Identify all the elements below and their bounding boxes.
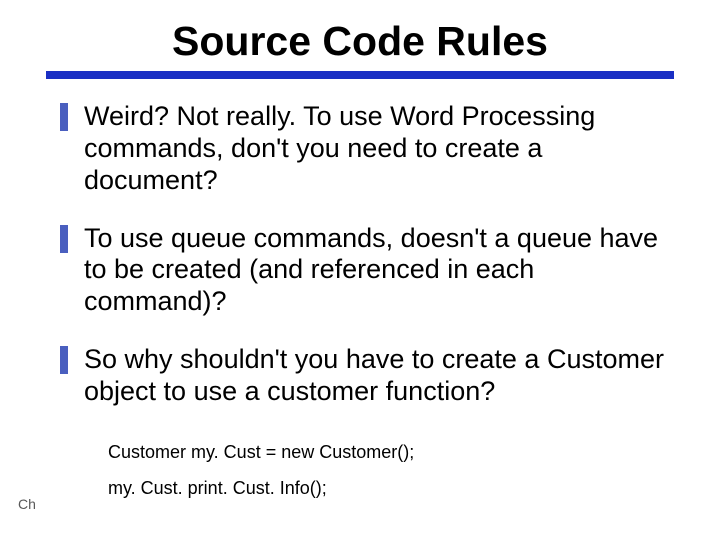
bullet-item: So why shouldn't you have to create a Cu…: [60, 344, 664, 408]
footer-text: Ch: [18, 496, 36, 512]
slide-title: Source Code Rules: [0, 0, 720, 71]
code-block: Customer my. Cust = new Customer(); my. …: [108, 434, 664, 506]
bullet-text: So why shouldn't you have to create a Cu…: [84, 344, 664, 408]
bullet-item: To use queue commands, doesn't a queue h…: [60, 223, 664, 319]
bullet-icon: [60, 225, 68, 253]
bullet-icon: [60, 103, 68, 131]
bullet-text: To use queue commands, doesn't a queue h…: [84, 223, 664, 319]
code-line: Customer my. Cust = new Customer();: [108, 434, 664, 470]
title-divider: [46, 71, 674, 79]
slide: Source Code Rules Weird? Not really. To …: [0, 0, 720, 540]
slide-body: Weird? Not really. To use Word Processin…: [0, 101, 720, 506]
code-line: my. Cust. print. Cust. Info();: [108, 470, 664, 506]
bullet-item: Weird? Not really. To use Word Processin…: [60, 101, 664, 197]
bullet-text: Weird? Not really. To use Word Processin…: [84, 101, 664, 197]
bullet-icon: [60, 346, 68, 374]
